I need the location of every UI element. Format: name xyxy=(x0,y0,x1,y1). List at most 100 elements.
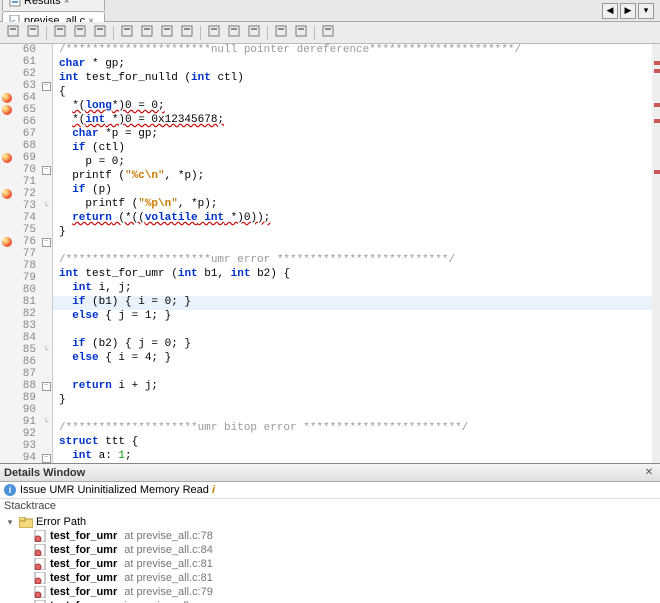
code-line[interactable]: /**********************umr error *******… xyxy=(53,254,652,268)
fold-toggle-icon[interactable]: − xyxy=(42,454,51,463)
code-line[interactable]: *(long*)0 = 0; xyxy=(53,100,652,114)
error-icon[interactable] xyxy=(2,105,12,115)
find-prev-icon xyxy=(140,24,154,41)
history-icon xyxy=(26,24,40,41)
line-number: 62 xyxy=(14,68,40,80)
details-close-button[interactable]: ✕ xyxy=(642,466,656,480)
code-line[interactable]: } xyxy=(53,394,652,408)
stack-frame-row[interactable]: test_for_umrat previse_all.c:84 xyxy=(0,543,660,557)
code-line[interactable]: char * gp; xyxy=(53,58,652,72)
line-number: 76 xyxy=(14,236,40,248)
frame-location: at previse_all.c:81 xyxy=(120,558,213,570)
code-line[interactable]: int test_for_nulld (int ctl) xyxy=(53,72,652,86)
code-content[interactable]: /**********************null pointer dere… xyxy=(53,44,652,463)
code-line[interactable]: p = 0; xyxy=(53,156,652,170)
code-line[interactable]: if (p) xyxy=(53,184,652,198)
stack-frame-row[interactable]: test_for_umrat previse_all.c:79 xyxy=(0,585,660,599)
error-stripe-marker[interactable] xyxy=(654,170,660,174)
tab-prev-button[interactable]: ◀ xyxy=(602,3,618,19)
shift-left-button[interactable] xyxy=(272,24,290,42)
history-button[interactable] xyxy=(24,24,42,42)
code-line[interactable]: if (b2) { j = 0; } xyxy=(53,338,652,352)
code-line[interactable] xyxy=(53,324,652,338)
comment-button[interactable] xyxy=(319,24,337,42)
code-line[interactable]: else { i = 4; } xyxy=(53,352,652,366)
toggle-highlight-button[interactable] xyxy=(178,24,196,42)
line-number: 73 xyxy=(14,200,40,212)
code-line[interactable]: struct ttt { xyxy=(53,436,652,450)
forward-button[interactable] xyxy=(91,24,109,42)
editor-tabbar: Results×cprevise_all.c× ◀ ▶ ▾ xyxy=(0,0,660,22)
fold-end-icon: └ xyxy=(44,202,49,211)
code-line[interactable]: char *p = gp; xyxy=(53,128,652,142)
tab-close-button[interactable]: × xyxy=(64,0,74,6)
fold-toggle-icon[interactable]: − xyxy=(42,166,51,175)
next-bookmark-button[interactable] xyxy=(225,24,243,42)
fold-toggle-icon[interactable]: − xyxy=(42,238,51,247)
prev-bookmark-button[interactable] xyxy=(205,24,223,42)
stack-frame-row[interactable]: test_for_umrat previse_all.c:78 xyxy=(0,529,660,543)
find-next-button[interactable] xyxy=(158,24,176,42)
line-number: 71 xyxy=(14,176,40,188)
code-editor[interactable]: 60616263−64656667686970−717273└747576−77… xyxy=(0,44,660,463)
stack-frame-row[interactable]: test_for_umrat previse_all.c:81 xyxy=(0,571,660,585)
tab-next-button[interactable]: ▶ xyxy=(620,3,636,19)
stack-frame-row[interactable]: test_for_umrat previse_all.c:81 xyxy=(0,557,660,571)
code-line[interactable]: return (*((volatile int *)0)); xyxy=(53,212,652,226)
error-stripe[interactable] xyxy=(652,44,660,463)
line-number: 77 xyxy=(14,248,40,260)
frame-location: at previse_all.c:84 xyxy=(120,544,213,556)
issue-row[interactable]: i Issue UMR Uninitialized Memory Read i xyxy=(0,482,660,499)
fold-end-icon: └ xyxy=(44,418,49,427)
find-selection-button[interactable] xyxy=(118,24,136,42)
shift-right-button[interactable] xyxy=(292,24,310,42)
source-button[interactable] xyxy=(4,24,22,42)
fold-toggle-icon[interactable]: − xyxy=(42,382,51,391)
code-line[interactable]: if (b1) { i = 0; } xyxy=(53,296,652,310)
error-icon[interactable] xyxy=(2,189,12,199)
last-edit-button[interactable] xyxy=(51,24,69,42)
code-line[interactable]: return i + j; xyxy=(53,380,652,394)
line-number: 92 xyxy=(14,428,40,440)
error-stripe-marker[interactable] xyxy=(654,61,660,65)
code-line[interactable]: { xyxy=(53,86,652,100)
stack-frame-row[interactable]: test_for_umrin previse_all.c xyxy=(0,599,660,603)
frame-location: at previse_all.c:78 xyxy=(120,530,213,542)
shift-left-icon xyxy=(274,24,288,41)
code-line[interactable]: } xyxy=(53,226,652,240)
code-line[interactable]: int a: 1; xyxy=(53,450,652,463)
code-line[interactable]: else { j = 1; } xyxy=(53,310,652,324)
tab-list-button[interactable]: ▾ xyxy=(638,3,654,19)
code-line[interactable]: if (ctl) xyxy=(53,142,652,156)
gutter-error-slot xyxy=(0,237,14,247)
error-stripe-marker[interactable] xyxy=(654,103,660,107)
code-line[interactable]: /********************umr bitop error ***… xyxy=(53,422,652,436)
code-line[interactable]: int i, j; xyxy=(53,282,652,296)
code-line[interactable] xyxy=(53,408,652,422)
tree-collapse-icon[interactable]: ▾ xyxy=(4,517,16,528)
error-icon[interactable] xyxy=(2,93,12,103)
code-line[interactable]: printf ("%p\n", *p); xyxy=(53,198,652,212)
code-line[interactable]: int test_for_umr (int b1, int b2) { xyxy=(53,268,652,282)
editor-tab[interactable]: Results× xyxy=(2,0,105,11)
fold-toggle-icon[interactable]: − xyxy=(42,82,51,91)
toggle-bookmark-button[interactable] xyxy=(245,24,263,42)
frame-function: test_for_umr xyxy=(50,586,117,598)
error-stripe-marker[interactable] xyxy=(654,119,660,123)
error-path-node[interactable]: ▾ Error Path xyxy=(0,515,660,529)
error-icon[interactable] xyxy=(2,153,12,163)
error-stripe-marker[interactable] xyxy=(654,69,660,73)
error-tree[interactable]: ▾ Error Path test_for_umrat previse_all.… xyxy=(0,513,660,603)
folder-icon xyxy=(19,516,33,528)
frame-function: test_for_umr xyxy=(50,558,117,570)
code-line[interactable]: *(int *)0 = 0x12345678; xyxy=(53,114,652,128)
details-title: Details Window xyxy=(4,467,85,479)
code-line[interactable]: /**********************null pointer dere… xyxy=(53,44,652,58)
error-icon[interactable] xyxy=(2,237,12,247)
back-button[interactable] xyxy=(71,24,89,42)
forward-icon xyxy=(93,24,107,41)
code-line[interactable] xyxy=(53,366,652,380)
find-prev-button[interactable] xyxy=(138,24,156,42)
code-line[interactable] xyxy=(53,240,652,254)
code-line[interactable]: printf ("%c\n", *p); xyxy=(53,170,652,184)
